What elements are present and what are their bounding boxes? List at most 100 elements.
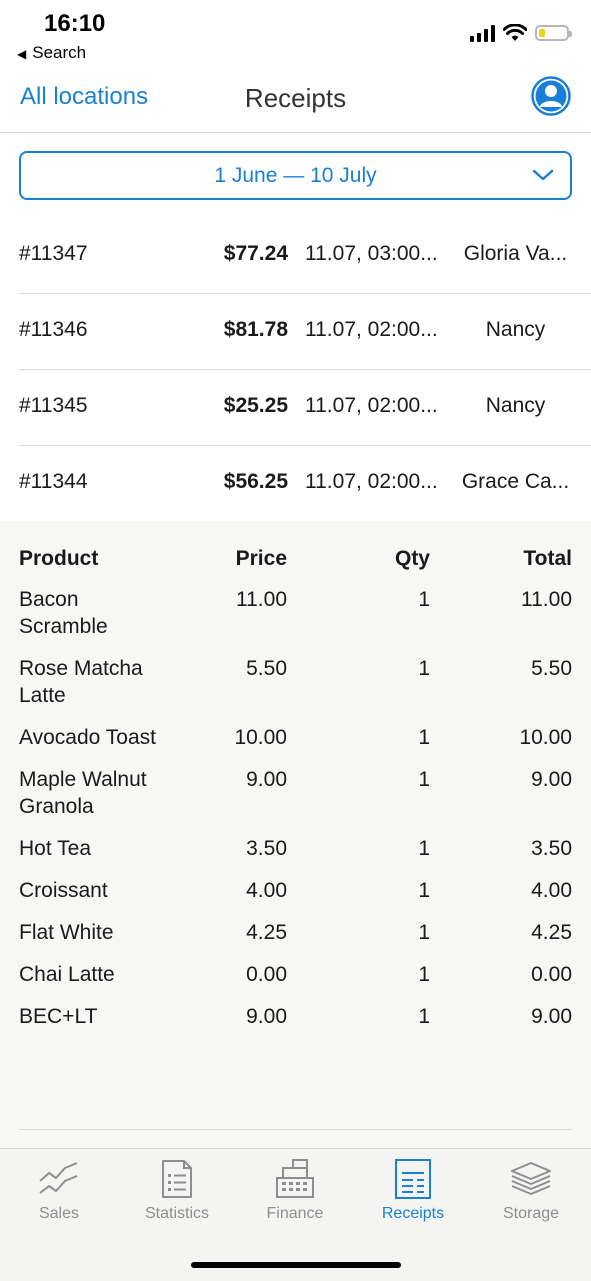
item-qty: 1 (418, 657, 430, 680)
receipts-list: #11347 $77.24 11.07, 03:00... Gloria Va.… (19, 218, 591, 521)
table-row: BEC+LT 9.00 1 9.00 (19, 1003, 572, 1030)
tab-statistics[interactable]: Statistics (118, 1159, 236, 1223)
item-qty: 1 (418, 879, 430, 902)
header-product: Product (19, 547, 99, 570)
navigation-bar: All locations Receipts (0, 70, 591, 133)
item-qty: 1 (418, 1005, 430, 1028)
table-row: Chai Latte 0.00 1 0.00 (19, 961, 572, 988)
profile-avatar-icon[interactable] (531, 76, 571, 116)
item-total: 3.50 (531, 837, 572, 860)
receipt-row[interactable]: #11345 $25.25 11.07, 02:00... Nancy (19, 370, 591, 446)
receipt-amount: $77.24 (223, 242, 288, 265)
item-qty: 1 (418, 963, 430, 986)
item-product: BEC+LT (19, 1005, 98, 1028)
cash-register-icon (276, 1159, 314, 1198)
cellular-signal-icon (470, 24, 495, 42)
table-row: Bacon Scramble 11.00 1 11.00 (19, 586, 572, 640)
item-price: 4.25 (246, 921, 287, 944)
divider (19, 1129, 572, 1130)
receipt-detail-panel: Product Price Qty Total Bacon Scramble 1… (0, 521, 591, 1148)
receipt-row-selected[interactable]: #11344 $56.25 11.07, 02:00... Grace Ca..… (19, 446, 591, 521)
receipt-employee: Nancy (485, 318, 546, 341)
receipt-id: #11344 (19, 470, 88, 493)
receipt-items-table: Product Price Qty Total Bacon Scramble 1… (19, 545, 572, 1045)
header-total: Total (523, 547, 572, 570)
back-label: Search (32, 43, 87, 62)
table-row: Flat White 4.25 1 4.25 (19, 919, 572, 946)
item-qty: 1 (418, 837, 430, 860)
tab-sales-label: Sales (38, 1205, 80, 1222)
stack-layers-icon (511, 1162, 551, 1195)
tab-finance-label: Finance (266, 1205, 324, 1222)
receipt-date: 11.07, 02:00... (305, 394, 438, 417)
item-total: 10.00 (519, 726, 572, 749)
chart-line-icon (39, 1162, 78, 1194)
item-total: 0.00 (531, 963, 572, 986)
item-price: 3.50 (246, 837, 287, 860)
item-total: 4.25 (531, 921, 572, 944)
item-price: 9.00 (246, 1005, 287, 1028)
item-total: 5.50 (531, 657, 572, 680)
back-to-search-link[interactable]: ◀ Search (17, 43, 86, 63)
receipt-date: 11.07, 03:00... (305, 242, 438, 265)
back-triangle-icon: ◀ (17, 47, 27, 61)
table-row: Croissant 4.00 1 4.00 (19, 877, 572, 904)
receipt-row[interactable]: #11347 $77.24 11.07, 03:00... Gloria Va.… (19, 218, 591, 294)
table-row: Rose Matcha Latte 5.50 1 5.50 (19, 655, 572, 709)
item-price: 0.00 (246, 963, 287, 986)
receipt-employee: Gloria Va... (463, 242, 568, 265)
item-total: 9.00 (531, 768, 572, 791)
table-header: Product Price Qty Total (19, 545, 572, 572)
item-product: Hot Tea (19, 837, 91, 860)
item-product: Avocado Toast (19, 726, 156, 749)
date-range-label: 1 June — 10 July (214, 164, 377, 187)
receipt-id: #11346 (19, 318, 88, 341)
item-qty: 1 (418, 768, 430, 791)
receipt-amount: $25.25 (223, 394, 288, 417)
item-product: Chai Latte (19, 963, 115, 986)
receipt-date: 11.07, 02:00... (305, 318, 438, 341)
item-price: 9.00 (246, 768, 287, 791)
item-qty: 1 (418, 588, 430, 611)
table-row: Avocado Toast 10.00 1 10.00 (19, 724, 572, 751)
document-list-icon (162, 1160, 192, 1198)
tab-receipts[interactable]: Receipts (354, 1159, 472, 1223)
receipt-id: #11347 (19, 242, 88, 265)
receipt-row[interactable]: #11346 $81.78 11.07, 02:00... Nancy (19, 294, 591, 370)
item-product: Rose Matcha Latte (19, 657, 143, 707)
system-indicators (470, 24, 572, 42)
date-range-selector[interactable]: 1 June — 10 July (19, 151, 572, 200)
item-price: 10.00 (234, 726, 287, 749)
receipt-employee: Nancy (485, 394, 546, 417)
tab-finance[interactable]: Finance (236, 1159, 354, 1223)
item-price: 5.50 (246, 657, 287, 680)
tab-sales[interactable]: Sales (0, 1159, 118, 1223)
item-total: 4.00 (531, 879, 572, 902)
header-qty: Qty (394, 547, 430, 570)
tab-storage-label: Storage (502, 1205, 560, 1222)
item-total: 9.00 (531, 1005, 572, 1028)
home-indicator[interactable] (191, 1262, 401, 1268)
receipt-id: #11345 (19, 394, 88, 417)
receipt-amount: $56.25 (223, 470, 288, 493)
item-total: 11.00 (521, 588, 572, 611)
status-time: 16:10 (44, 10, 106, 37)
status-bar: 16:10 ◀ Search (0, 0, 591, 70)
item-product: Bacon Scramble (19, 588, 108, 638)
item-qty: 1 (418, 921, 430, 944)
header-price: Price (235, 547, 287, 570)
receipt-date: 11.07, 02:00... (305, 470, 438, 493)
table-row: Maple Walnut Granola 9.00 1 9.00 (19, 766, 572, 820)
item-price: 4.00 (246, 879, 287, 902)
item-qty: 1 (418, 726, 430, 749)
receipt-icon (395, 1159, 431, 1199)
receipt-amount: $81.78 (223, 318, 288, 341)
wifi-icon (503, 24, 527, 41)
tab-storage[interactable]: Storage (472, 1159, 590, 1223)
item-product: Maple Walnut Granola (19, 768, 147, 818)
page-title: Receipts (244, 83, 347, 113)
chevron-down-icon (532, 169, 554, 181)
battery-icon (535, 25, 572, 41)
item-product: Flat White (19, 921, 114, 944)
tab-statistics-label: Statistics (144, 1205, 209, 1222)
